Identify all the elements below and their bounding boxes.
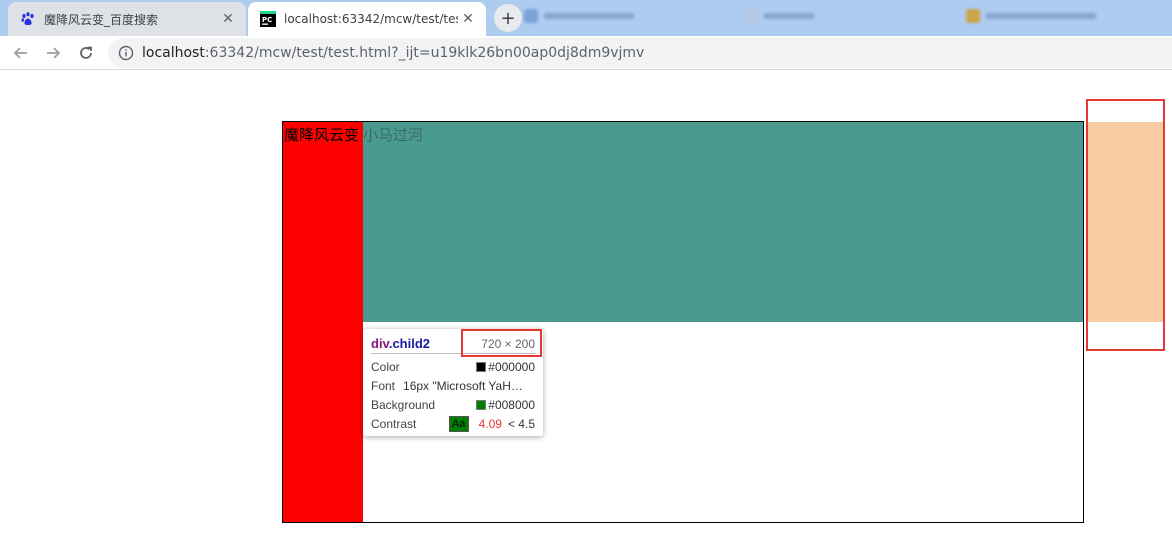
color-label: Color [371, 360, 400, 374]
tooltip-row-font: Font 16px "Microsoft YaH… [371, 377, 535, 395]
tooltip-row-color: Color #000000 [371, 358, 535, 376]
font-value: 16px "Microsoft YaH… [403, 379, 523, 393]
forward-button[interactable] [42, 42, 64, 64]
close-tab-icon[interactable]: ✕ [458, 9, 478, 29]
blurred-favicon-icon [744, 9, 758, 23]
tooltip-row-background: Background #008000 [371, 396, 535, 414]
svg-text:PC: PC [262, 16, 272, 24]
background-value: #008000 [488, 398, 535, 412]
contrast-threshold: < 4.5 [507, 417, 535, 431]
background-label: Background [371, 398, 436, 412]
blurred-tab-title [764, 13, 814, 19]
pycharm-icon: PC [260, 11, 276, 27]
arrow-left-icon [13, 47, 27, 59]
blurred-tab[interactable] [524, 8, 634, 24]
child1-div: 魔降风云变 [283, 122, 363, 522]
back-button[interactable] [10, 42, 32, 64]
address-bar[interactable]: localhost:63342/mcw/test/test.html?_ijt=… [108, 38, 1172, 68]
font-label: Font [371, 379, 396, 393]
child2-div: 小马过河 [363, 122, 1083, 322]
background-swatch [476, 400, 487, 410]
annotation-size-box [461, 329, 542, 357]
tab-title: localhost:63342/mcw/test/test.html [284, 12, 458, 26]
tab-strip: 魔降风云变_百度搜索 ✕ PC localhost:63342/mcw/test… [0, 0, 1172, 36]
reload-icon [80, 46, 92, 59]
tab-baidu-search[interactable]: 魔降风云变_百度搜索 ✕ [8, 2, 246, 36]
annotation-highlight-box [1086, 99, 1165, 351]
parent-div: 魔降风云变 小马过河 [282, 121, 1084, 523]
blurred-favicon-icon [524, 9, 538, 23]
contrast-ratio: 4.09 [478, 417, 502, 431]
contrast-label: Contrast [371, 417, 417, 431]
contrast-sample: Aa [448, 416, 469, 432]
baidu-paw-icon [20, 11, 36, 27]
child2-text: 小马过河 [363, 126, 424, 144]
reload-button[interactable] [75, 42, 97, 64]
tab-localhost[interactable]: PC localhost:63342/mcw/test/test.html ✕ [248, 2, 486, 36]
arrow-right-icon [47, 47, 61, 59]
blurred-tab-title [986, 13, 1096, 19]
blurred-tab-title [544, 13, 634, 19]
new-tab-button[interactable]: + [494, 4, 522, 32]
tooltip-row-contrast: Contrast Aa 4.09 < 4.5 [371, 415, 535, 433]
close-tab-icon[interactable]: ✕ [218, 9, 238, 29]
tab-title: 魔降风云变_百度搜索 [44, 12, 159, 27]
blurred-tab[interactable] [744, 8, 814, 24]
color-value: #000000 [488, 360, 535, 374]
element-selector: div.child2 [371, 336, 430, 351]
color-swatch [476, 362, 487, 372]
child1-text: 魔降风云变 [284, 126, 360, 144]
element-class: .child2 [388, 336, 431, 351]
element-tag: div [371, 336, 389, 351]
blurred-favicon-icon [966, 9, 980, 23]
url-rest: :63342/mcw/test/test.html?_ijt=u19klk26b… [204, 45, 645, 61]
blurred-tab[interactable] [966, 8, 1096, 24]
url-text[interactable]: localhost:63342/mcw/test/test.html?_ijt=… [142, 45, 644, 61]
info-icon[interactable] [118, 45, 134, 61]
url-host: localhost [142, 45, 205, 61]
browser-toolbar: localhost:63342/mcw/test/test.html?_ijt=… [0, 36, 1172, 70]
